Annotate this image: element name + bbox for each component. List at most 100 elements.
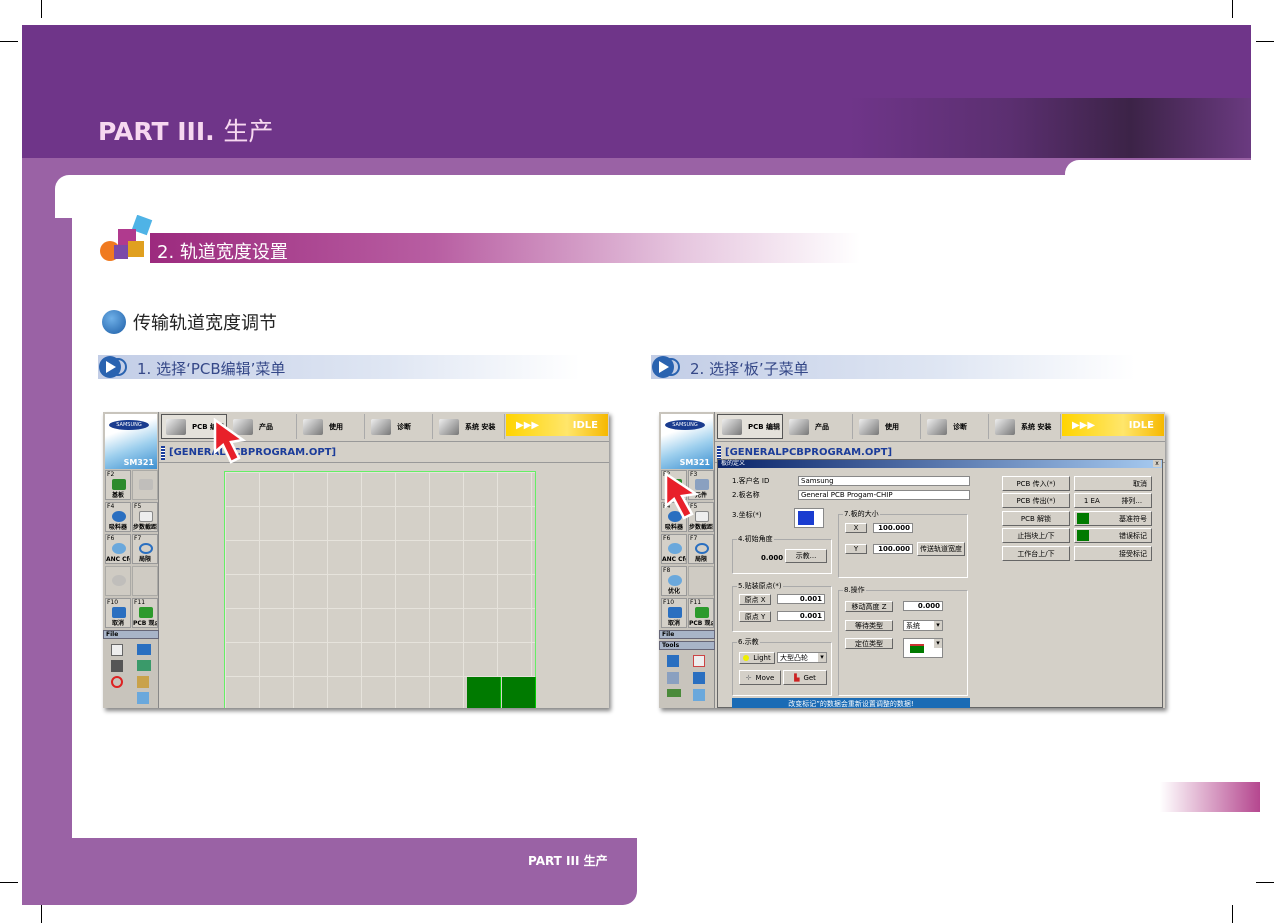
fkey-f9[interactable] [132,566,158,596]
fkey-f7[interactable]: F7 局限 [132,534,158,564]
new-file-icon[interactable] [111,644,123,656]
feeder-icon [112,511,126,522]
tab-diagnose[interactable]: 诊断 [367,414,433,439]
board-x-input[interactable]: 100.000 [873,523,913,533]
light-select[interactable]: 大型凸轮 [777,652,827,663]
accept-mark-button[interactable]: 接受标记 [1074,546,1152,561]
anc-icon [112,543,126,554]
tab-system-setup[interactable]: 系统 安装 [435,414,505,439]
board-block [502,677,536,708]
pcb-edit-icon [722,418,742,435]
diagnose-icon [927,418,947,435]
step-label: 2. 选择‘板’子菜单 [690,360,809,378]
move-z-input[interactable]: 0.000 [903,601,943,611]
tab-use[interactable]: 使用 [299,414,365,439]
cancel-icon [668,607,682,618]
bad-mark-button[interactable]: 错误标记 [1074,528,1152,543]
anc-icon [668,543,682,554]
origin-x-label: 原点 X [739,594,771,605]
pcb-view-icon [695,607,709,618]
import-icon[interactable] [137,660,151,671]
network-icon[interactable] [137,692,149,704]
operation-group: 8.操作 移动高度 Z 0.000 等待类型 系统 定位类型 [838,585,968,696]
tab-use[interactable]: 使用 [855,414,921,439]
pcb-in-button[interactable]: PCB 传入(*) [1002,476,1070,491]
fkey-f7[interactable]: F7 局限 [688,534,714,564]
use-icon [859,418,879,435]
move-button[interactable]: ✛ Move [739,670,781,685]
file-menu[interactable]: File [103,630,159,639]
pcb-out-button[interactable]: PCB 传出(*) [1002,493,1070,508]
tools-menu[interactable]: Tools [659,641,715,650]
save-icon[interactable] [111,660,123,672]
home-icon[interactable] [667,655,679,667]
board-name-input[interactable]: General PCB Progam-CHIP [798,490,970,500]
optimize-icon [668,575,682,586]
table-button[interactable]: 工作台上/下 [1002,546,1070,561]
cancel-button[interactable]: 取消 [1074,476,1152,491]
play-icon [652,356,680,378]
locate-type-select[interactable] [903,638,943,658]
x-label: X [845,523,867,533]
status-indicator: ▶▶▶ IDLE [1062,414,1164,436]
board-icon [112,479,126,490]
board-block [467,677,501,708]
board-definition-dialog: 板的定义 x 1.客户名 ID Samsung 2.板名称 General PCB… [717,459,1163,708]
fkey-f8[interactable]: F8 优化 [661,566,687,596]
coordinate-picker[interactable] [794,508,824,528]
page-title: PART III. 生产 [98,112,273,148]
fkey-f10[interactable]: F10 取消 [105,598,131,628]
tab-diagnose[interactable]: 诊断 [923,414,989,439]
board-y-input[interactable]: 100.000 [873,544,913,554]
magnifier-icon [695,543,709,554]
fkey-f10[interactable]: F10 取消 [661,598,687,628]
target-icon[interactable] [693,655,705,667]
calibrate-icon[interactable] [693,689,705,701]
crop-mark [1232,0,1233,18]
operator-icon[interactable] [693,672,705,684]
sidebar: SAMSUNGSM321 F2基板 F3元件 F4吸料器 F5步数截距 F6AN… [659,412,715,708]
step-icon [139,511,153,522]
warning-note: 改变标记”的数据会重新设置调整的数据! [732,698,970,708]
fiducial-button[interactable]: 基准符号 [1074,511,1152,526]
fkey-f4[interactable]: F4吸料器 [105,502,131,532]
power-icon[interactable] [111,676,123,688]
probe-icon[interactable] [667,672,679,684]
pcb-canvas[interactable] [224,471,536,708]
fkey-f6[interactable]: F6ANC Cfg [661,534,687,564]
cubes-icon [100,215,153,261]
fkey-f11[interactable]: F11PCB 观点 [688,598,714,628]
fkey-f11[interactable]: F11PCB 观点 [132,598,158,628]
tab-product[interactable]: 产品 [785,414,853,439]
tab-pcb-edit[interactable]: PCB 编辑 [717,414,783,439]
conveyor-width-button[interactable]: 传送轨道宽度 [917,542,965,556]
origin-x-input[interactable]: 0.001 [777,594,825,604]
stopper-button[interactable]: 止挡块上/下 [1002,528,1070,543]
array-button[interactable]: 1 EA 排列... [1074,493,1152,508]
get-button[interactable]: ▙ Get [783,670,827,685]
file-menu[interactable]: File [659,630,715,639]
cancel-icon [112,607,126,618]
customer-input[interactable]: Samsung [798,476,970,486]
fkey-f2[interactable]: F2基板 [105,470,131,500]
circuit-board-image [850,98,1251,158]
tab-system-setup[interactable]: 系统 安装 [991,414,1061,439]
conveyor-icon[interactable] [667,689,681,697]
tool-icon[interactable] [137,676,149,688]
fkey-f5[interactable]: F5 步数截距 [132,502,158,532]
open-folder-icon[interactable] [137,644,151,655]
get-icon: ▙ [794,673,800,682]
locate-icon [910,644,924,653]
light-button[interactable]: Light [739,652,775,664]
fkey-f9[interactable] [688,566,714,596]
wait-type-select[interactable]: 系统 [903,620,943,631]
teach-button[interactable]: 示教... [785,549,827,563]
crop-mark [0,882,18,883]
fkey-f8[interactable] [105,566,131,596]
origin-y-input[interactable]: 0.001 [777,611,825,621]
fkey-f3[interactable] [132,470,158,500]
product-icon [789,418,809,435]
close-button[interactable]: x [1153,460,1161,467]
pcb-unlock-button[interactable]: PCB 解锁 [1002,511,1070,526]
fkey-f6[interactable]: F6ANC Cfg [105,534,131,564]
